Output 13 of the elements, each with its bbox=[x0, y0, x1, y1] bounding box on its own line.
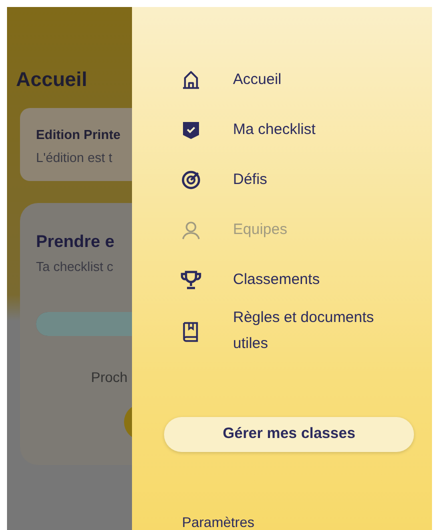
menu-item[interactable]: Accueil bbox=[179, 55, 432, 105]
menu-item[interactable]: Ma checklist bbox=[179, 105, 432, 155]
settings-link[interactable]: Paramètres bbox=[182, 514, 432, 530]
card-title: Prendre e bbox=[36, 231, 116, 253]
next-label: Proch bbox=[91, 368, 129, 387]
card-title: Edition Printe bbox=[36, 126, 122, 144]
menu-item[interactable]: Règles et documents utiles bbox=[179, 305, 432, 357]
menu-item[interactable]: Défis bbox=[179, 155, 432, 205]
page-title: Accueil bbox=[16, 68, 88, 93]
menu-item[interactable]: Classements bbox=[179, 255, 432, 305]
manage-classes-button[interactable]: Gérer mes classes bbox=[164, 417, 414, 452]
card-text: L'édition est t bbox=[36, 148, 114, 166]
card-subtitle: Ta checklist c bbox=[36, 258, 114, 276]
